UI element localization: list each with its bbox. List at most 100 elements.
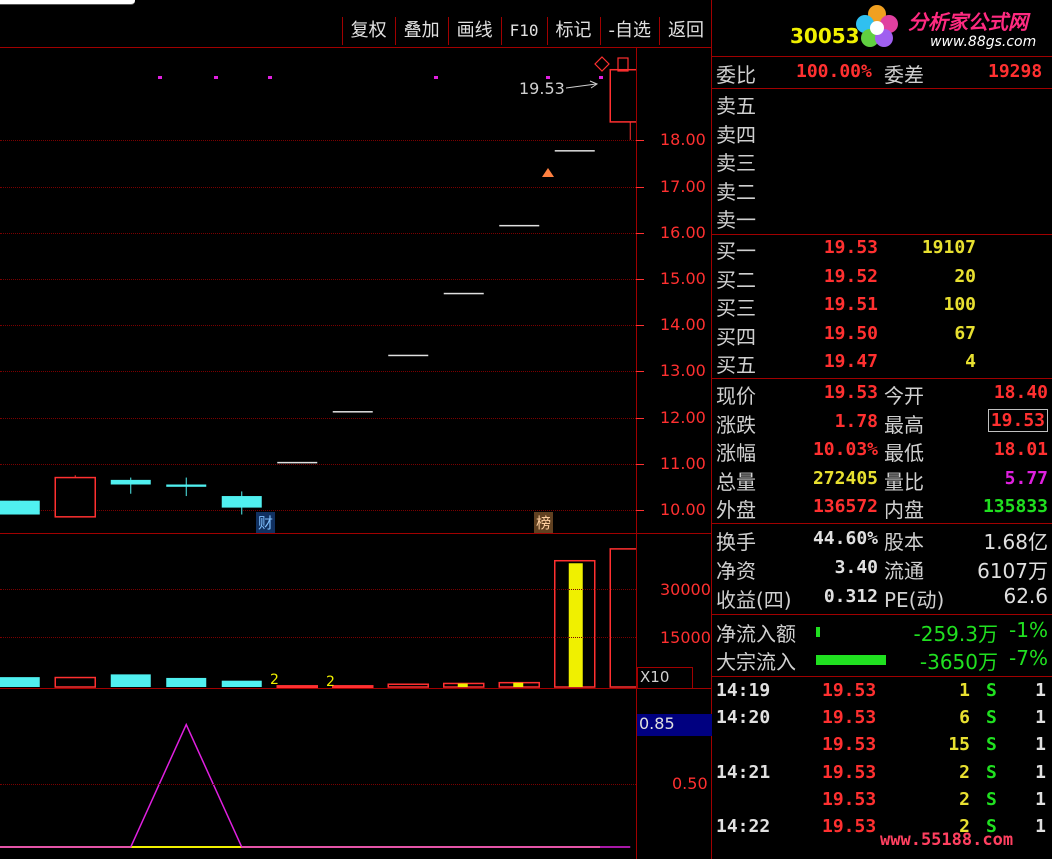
volume-bar[interactable]: [609, 548, 636, 688]
price-axis-tick: [636, 417, 644, 419]
panel-separator: [712, 676, 1052, 677]
money-flow-row: 净流入额 -259.3万 -1%: [712, 618, 1052, 646]
volume-bar[interactable]: [110, 674, 151, 687]
indicator-chart[interactable]: [0, 689, 636, 859]
tick-row[interactable]: 14:21 19.53 2 S 1: [712, 762, 1052, 789]
price-axis-label: 10.00: [660, 499, 706, 519]
fuquan-button[interactable]: 复权: [341, 17, 395, 45]
candle-body[interactable]: [388, 354, 429, 357]
price-axis-label: 12.00: [660, 407, 706, 427]
quote-label: 内盘: [884, 498, 924, 522]
buy-level-price: 19.53: [823, 237, 878, 258]
brand-flower-logo-icon: [856, 5, 898, 47]
fundamental-value: 6107万: [977, 559, 1048, 583]
buy-level-label: 买三: [716, 296, 756, 320]
quote-value: 18.40: [993, 382, 1048, 403]
candle-body[interactable]: [609, 68, 636, 123]
volume-bar[interactable]: [54, 676, 96, 688]
tick-count: 1: [1035, 680, 1046, 701]
price-axis-tick: [636, 278, 644, 280]
f10-button[interactable]: F10: [500, 17, 547, 45]
finance-badge[interactable]: 财: [256, 512, 276, 533]
fundamental-value: 62.6: [1003, 584, 1048, 608]
sell-level-label: 卖四: [716, 122, 756, 147]
sell-level-row: 卖四: [712, 119, 1052, 147]
money-flow-bar: [816, 627, 820, 637]
volume-grid-line: [0, 589, 636, 590]
volume-bar[interactable]: [276, 685, 318, 688]
money-flow-value: -3650万: [919, 650, 998, 674]
money-flow-label: 净流入额: [716, 622, 796, 646]
volume-chart[interactable]: [0, 534, 636, 688]
fundamental-value: 3.40: [834, 557, 878, 578]
candle-body[interactable]: [443, 292, 484, 295]
back-button[interactable]: 返回: [659, 17, 712, 45]
remove-watchlist-button[interactable]: -自选: [599, 17, 660, 45]
volume-unit-label: X10: [637, 667, 693, 689]
ranking-badge[interactable]: 榜: [534, 512, 554, 533]
draw-line-button[interactable]: 画线: [447, 17, 501, 45]
tick-row[interactable]: 14:20 19.53 6 S 1: [712, 707, 1052, 734]
mark-button[interactable]: 标记: [546, 17, 600, 45]
buy-level-price: 19.47: [823, 351, 878, 372]
tick-time: 14:22: [716, 816, 771, 837]
indicator-line[interactable]: [0, 722, 631, 848]
quote-label: 量比: [884, 469, 924, 494]
panel-separator: [712, 88, 1052, 89]
tick-price: 19.53: [822, 680, 877, 701]
candle-body[interactable]: [54, 476, 96, 518]
quote-value: 19.53: [823, 382, 878, 403]
price-axis-label: 14.00: [660, 315, 706, 335]
quote-value: 136572: [812, 496, 878, 517]
candle-body[interactable]: [332, 411, 373, 413]
tick-count: 1: [1035, 761, 1046, 783]
tick-side: S: [986, 680, 997, 701]
signal-marker: [434, 76, 438, 79]
tick-time: 14:20: [716, 707, 771, 729]
candle-body[interactable]: [221, 496, 262, 508]
volume-bar[interactable]: [387, 683, 429, 688]
candle-body[interactable]: [554, 150, 595, 152]
candlestick-chart[interactable]: [0, 48, 636, 533]
tick-row[interactable]: 14:19 19.53 1 S 1: [712, 680, 1052, 707]
money-flow-label: 大宗流入: [716, 650, 796, 674]
candle-body[interactable]: [0, 500, 40, 515]
toolbar-buttons: 复权 叠加 画线 F10 标记 -自选 返回: [341, 17, 712, 47]
signal-marker: [268, 76, 272, 79]
volume-bar[interactable]: [166, 677, 207, 687]
tick-volume: 2: [959, 788, 970, 810]
chart-axis-divider: [636, 48, 637, 859]
tick-time: 14:19: [716, 680, 771, 701]
up-arrow-marker-icon: [542, 168, 554, 177]
overlay-button[interactable]: 叠加: [394, 17, 448, 45]
price-axis-label: 17.00: [660, 176, 706, 196]
tick-volume: 1: [959, 680, 970, 701]
tick-row[interactable]: 19.53 2 S 1: [712, 789, 1052, 816]
candle-body[interactable]: [166, 484, 207, 487]
fundamental-label: PE(动): [884, 588, 945, 612]
buy-level-volume: 67: [954, 322, 976, 344]
candle-body[interactable]: [499, 224, 540, 227]
volume-bar[interactable]: [332, 685, 374, 688]
volume-bar[interactable]: [0, 677, 40, 687]
tick-price: 19.53: [822, 816, 877, 837]
money-flow-bar: [816, 655, 886, 665]
buy-level-row: 买一 19.53 19107: [712, 235, 1052, 263]
quote-row: 总量 272405 量比 5.77: [712, 466, 1052, 494]
tick-count: 1: [1035, 707, 1046, 729]
tick-row[interactable]: 19.53 15 S 1: [712, 734, 1052, 761]
candle-body[interactable]: [110, 479, 151, 485]
sell-level-label: 卖三: [716, 151, 756, 175]
buy-level-volume: 4: [965, 351, 976, 372]
weibi-value: 100.00%: [796, 61, 872, 82]
fundamental-row: 换手 44.60% 股本 1.68亿: [712, 526, 1052, 554]
buy-level-volume: 100: [943, 294, 976, 315]
volume-marker: 2: [326, 674, 335, 690]
tick-side: S: [986, 761, 997, 783]
price-axis-tick: [636, 186, 644, 188]
money-flow-row: 大宗流入 -3650万 -7%: [712, 646, 1052, 674]
candle-body[interactable]: [277, 461, 318, 464]
quote-label: 最低: [884, 441, 924, 465]
price-axis-tick: [636, 140, 644, 142]
volume-bar[interactable]: [221, 680, 262, 687]
